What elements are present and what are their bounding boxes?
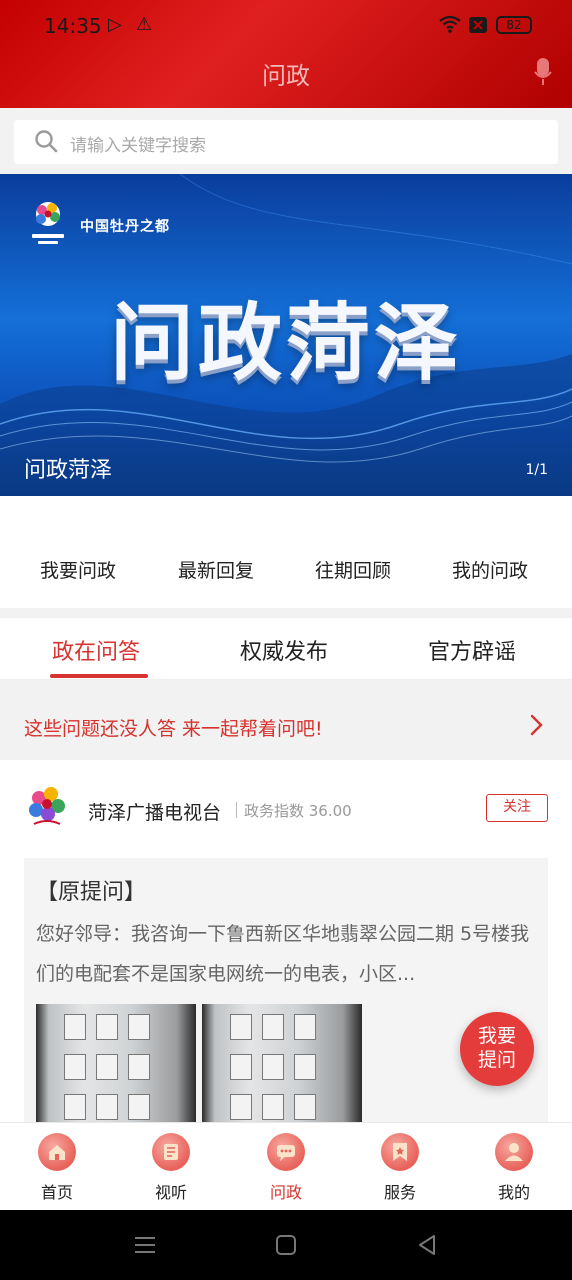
- fab-line1: 我要: [477, 1025, 516, 1047]
- tab-official-release[interactable]: 权威发布: [240, 634, 328, 666]
- menu-icon[interactable]: [134, 1234, 156, 1256]
- peony-logo-icon: [32, 202, 64, 244]
- nav-label: 我的: [497, 1183, 530, 1202]
- home-button-icon[interactable]: [275, 1234, 297, 1256]
- bottom-nav: 首页 视听 问政 服务 我的: [0, 1122, 572, 1210]
- fab-line2: 提问: [477, 1049, 516, 1071]
- content-tabs: 政在问答 权威发布 官方辟谣: [0, 618, 572, 680]
- banner-brand: 中国牡丹之都: [80, 219, 170, 235]
- system-nav-bar: [0, 1210, 572, 1280]
- search-area: 请输入关键字搜索: [0, 108, 572, 174]
- search-input[interactable]: 请输入关键字搜索: [14, 120, 558, 164]
- banner-caption: 问政菏泽: [24, 458, 113, 483]
- nav-item-media[interactable]: 视听: [131, 1133, 211, 1203]
- question-title: 【原提问】: [36, 880, 147, 905]
- home-icon: [38, 1133, 76, 1171]
- mic-icon[interactable]: [534, 58, 552, 86]
- divider: [236, 802, 237, 818]
- follow-button[interactable]: 关注: [486, 794, 548, 822]
- status-bar: 14:35 ▷ ⚠ 82: [0, 0, 572, 50]
- search-placeholder: 请输入关键字搜索: [70, 136, 206, 156]
- play-store-icon: ▷: [108, 14, 122, 35]
- back-icon[interactable]: [416, 1234, 438, 1256]
- avatar: [29, 787, 65, 825]
- nav-label: 视听: [154, 1183, 187, 1202]
- source-name[interactable]: 菏泽广播电视台: [88, 798, 221, 825]
- banner-headline: 问政菏泽: [109, 294, 462, 392]
- gov-index: 政务指数 36.00: [244, 802, 352, 820]
- nav-label: 服务: [383, 1183, 416, 1202]
- quick-menu-review[interactable]: 往期回顾: [315, 556, 391, 583]
- chevron-right-icon: [530, 714, 543, 736]
- warning-icon: ⚠: [136, 14, 153, 35]
- tab-qa[interactable]: 政在问答: [52, 634, 140, 666]
- nav-label: 首页: [40, 1183, 73, 1202]
- service-icon: [381, 1133, 419, 1171]
- unanswered-notice[interactable]: 这些问题还没人答 来一起帮着问吧!: [0, 692, 572, 758]
- question-text: 您好邻导：我咨询一下鲁西新区华地翡翠公园二期 5号楼我们的电配套不是国家电网统一…: [36, 923, 530, 985]
- question-box[interactable]: 【原提问】 您好邻导：我咨询一下鲁西新区华地翡翠公园二期 5号楼我们的电配套不是…: [24, 858, 548, 1144]
- banner-pager: 1/1: [525, 462, 548, 478]
- sim-icon: [469, 17, 487, 33]
- nav-item-home[interactable]: 首页: [17, 1133, 97, 1203]
- ask-question-fab[interactable]: 我要 提问: [460, 1012, 534, 1086]
- app-header: 14:35 ▷ ⚠ 82 问政: [0, 0, 572, 108]
- tab-indicator: [50, 674, 148, 678]
- chat-icon: [267, 1133, 305, 1171]
- search-icon: [35, 130, 58, 153]
- quick-menu-mine[interactable]: 我的问政: [452, 556, 528, 583]
- quick-menu: 我要问政 最新回复 往期回顾 我的问政: [0, 496, 572, 608]
- status-time: 14:35: [44, 14, 102, 38]
- quick-menu-latest-reply[interactable]: 最新回复: [178, 556, 254, 583]
- notice-text: 这些问题还没人答 来一起帮着问吧!: [24, 718, 323, 740]
- profile-icon: [495, 1133, 533, 1171]
- nav-label: 问政: [269, 1183, 302, 1202]
- quick-menu-ask[interactable]: 我要问政: [40, 556, 116, 583]
- wifi-icon: [439, 15, 461, 33]
- nav-item-mine[interactable]: 我的: [474, 1133, 554, 1203]
- page-title: 问政: [262, 62, 310, 90]
- nav-item-wenzheng[interactable]: 问政: [246, 1133, 326, 1203]
- media-icon: [152, 1133, 190, 1171]
- nav-item-service[interactable]: 服务: [360, 1133, 440, 1203]
- tab-rumor-refute[interactable]: 官方辟谣: [428, 634, 516, 666]
- battery-indicator: 82: [496, 16, 532, 34]
- banner-carousel[interactable]: 中国牡丹之都 问政菏泽 问政菏泽 1/1: [0, 174, 572, 496]
